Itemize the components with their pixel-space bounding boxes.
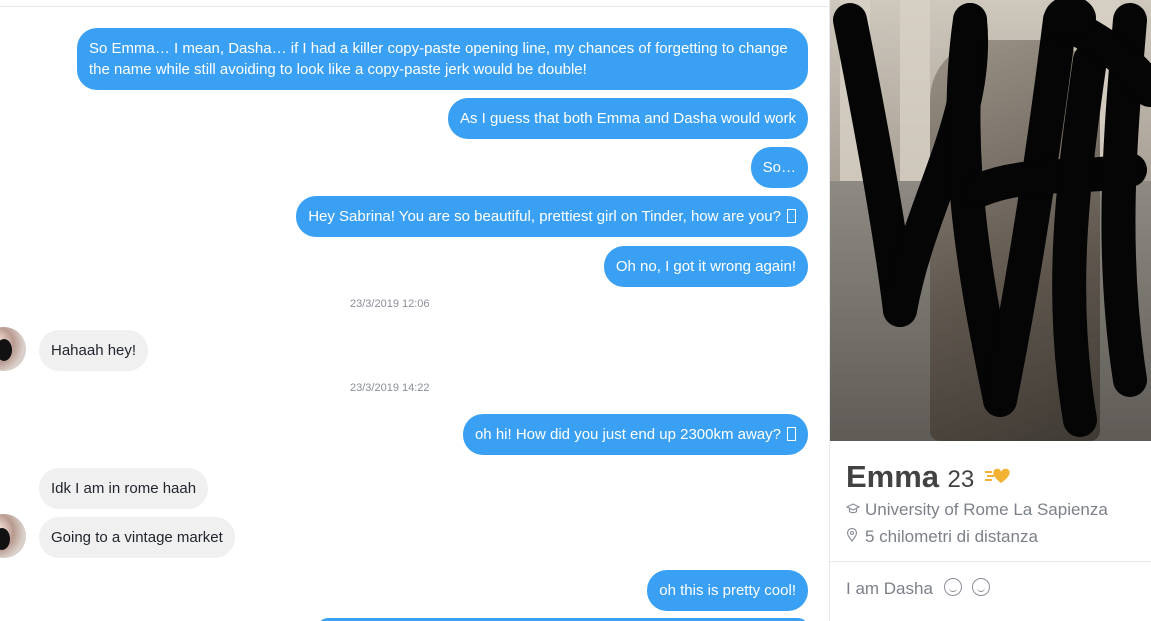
message-outgoing: Oh no, I got it wrong again! bbox=[603, 246, 808, 287]
bio-divider bbox=[830, 561, 1151, 562]
distance-text: 5 chilometri di distanza bbox=[865, 527, 1038, 546]
profile-age: 23 bbox=[947, 466, 975, 493]
avatar[interactable] bbox=[0, 514, 26, 558]
message-outgoing: As I guess that both Emma and Dasha woul… bbox=[447, 98, 808, 139]
profile-name: Emma bbox=[846, 459, 940, 494]
distance-row: 5 chilometri di distanza bbox=[846, 527, 1038, 547]
name-age-row: Emma 23 bbox=[846, 459, 1015, 495]
message-incoming: Going to a vintage market bbox=[39, 517, 235, 558]
message-incoming: Idk I am in rome haah bbox=[39, 468, 209, 509]
message-text: oh this is pretty cool! bbox=[659, 582, 796, 599]
message-text: Oh no, I got it wrong again! bbox=[615, 258, 796, 275]
school-text: University of Rome La Sapienza bbox=[865, 500, 1108, 519]
timestamp: 23/3/2019 12:06 bbox=[350, 298, 430, 310]
missing-emoji-icon bbox=[787, 209, 796, 223]
missing-emoji-icon bbox=[787, 427, 796, 441]
message-text: As I guess that both Emma and Dasha woul… bbox=[459, 110, 796, 127]
message-incoming: Hahaah hey! bbox=[39, 330, 149, 371]
message-text: oh hi! How did you just end up 2300km aw… bbox=[474, 426, 781, 443]
message-outgoing: Hey Sabrina! You are so beautiful, prett… bbox=[296, 196, 808, 237]
location-pin-icon bbox=[846, 527, 860, 545]
message-text: So Emma… I mean, Dasha… if I had a kille… bbox=[89, 40, 788, 78]
profile-panel: Emma 23 University of Rome La Sapienza 5… bbox=[829, 0, 1151, 621]
message-text: So… bbox=[762, 159, 796, 176]
message-outgoing: So… bbox=[750, 147, 808, 188]
message-text: Hahaah hey! bbox=[51, 342, 137, 359]
bio-row: I am Dasha bbox=[846, 578, 991, 599]
bio-text: I am Dasha bbox=[846, 579, 933, 598]
redaction-scribble bbox=[833, 0, 1151, 437]
super-like-icon bbox=[984, 467, 1015, 490]
message-text: Going to a vintage market bbox=[51, 529, 223, 546]
school-row: University of Rome La Sapienza bbox=[845, 500, 1108, 520]
message-outgoing: So Emma… I mean, Dasha… if I had a kille… bbox=[77, 28, 808, 90]
timestamp: 23/3/2019 14:22 bbox=[350, 382, 430, 394]
profile-photo[interactable] bbox=[830, 0, 1151, 441]
graduation-cap-icon bbox=[845, 503, 861, 518]
header-divider bbox=[0, 6, 829, 7]
chat-panel: So Emma… I mean, Dasha… if I had a kille… bbox=[0, 0, 829, 621]
avatar[interactable] bbox=[0, 327, 26, 371]
laughing-emoji-icon bbox=[972, 578, 991, 596]
message-outgoing: oh this is pretty cool! bbox=[647, 570, 808, 611]
message-outgoing: oh hi! How did you just end up 2300km aw… bbox=[462, 414, 808, 455]
message-text: Hey Sabrina! You are so beautiful, prett… bbox=[308, 208, 781, 225]
grinning-emoji-icon bbox=[943, 578, 962, 596]
message-text: Idk I am in rome haah bbox=[51, 480, 197, 497]
